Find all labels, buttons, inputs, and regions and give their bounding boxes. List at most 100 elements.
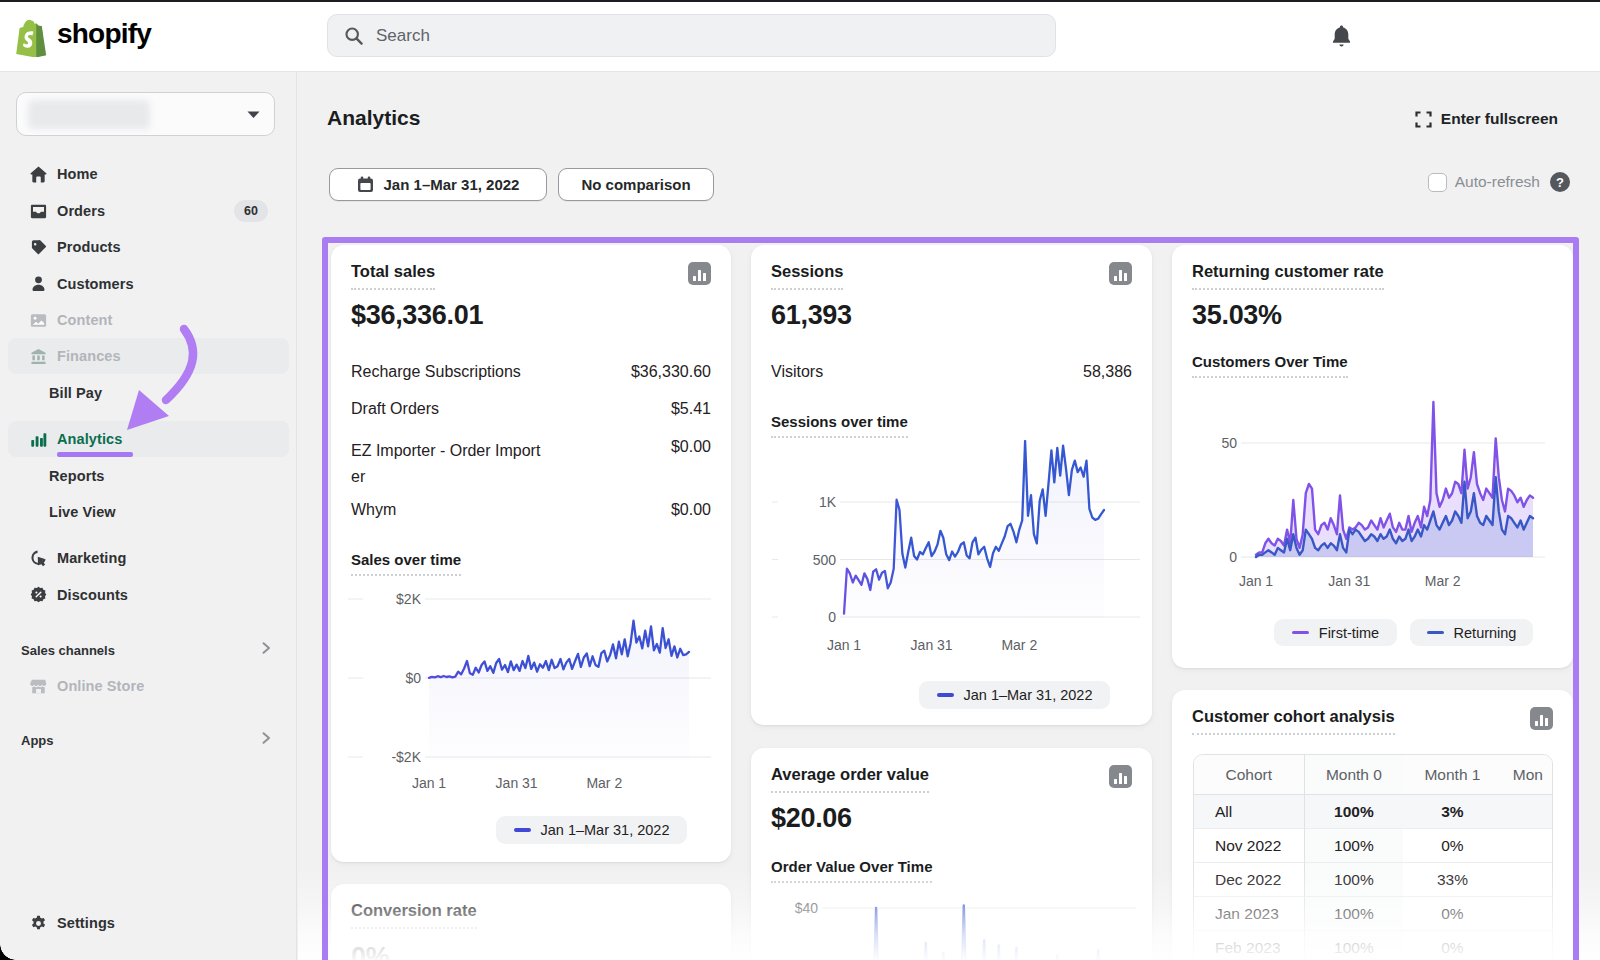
content-icon	[28, 310, 48, 330]
svg-text:Mar 2: Mar 2	[1001, 637, 1037, 653]
card-title: Conversion rate	[351, 901, 477, 929]
svg-text:500: 500	[813, 552, 837, 568]
discounts-icon	[28, 585, 48, 605]
caret-down-icon	[246, 110, 261, 120]
marketing-icon	[28, 548, 48, 568]
svg-text:Jan 31: Jan 31	[1328, 573, 1370, 589]
sidebar-item-label: Home	[57, 166, 98, 182]
store-name-redacted	[28, 100, 150, 129]
metric-row: Whym$0.00	[351, 501, 711, 519]
returning-rate-value: 35.03%	[1192, 300, 1282, 331]
bar-chart-icon[interactable]	[1109, 262, 1132, 285]
sidebar-item-home[interactable]: Home	[8, 156, 289, 192]
svg-text:Jan 1: Jan 1	[1239, 573, 1273, 589]
customer-cohort-analysis-card: Customer cohort analysis Cohort Month 0 …	[1172, 690, 1573, 960]
svg-text:Jan 1: Jan 1	[827, 637, 861, 653]
bar-chart-icon[interactable]	[688, 262, 711, 285]
legend-dash	[1292, 631, 1309, 635]
total-sales-card: Total sales $36,336.01 Recharge Subscrip…	[331, 245, 731, 862]
sidebar-item-label: Bill Pay	[49, 385, 102, 401]
sidebar-item-discounts[interactable]: Discounts	[8, 577, 289, 613]
store-selector[interactable]	[16, 92, 275, 136]
svg-text:Jan 31: Jan 31	[496, 775, 538, 791]
help-icon[interactable]: ?	[1550, 172, 1570, 192]
average-order-value-card: Average order value $20.06 Order Value O…	[751, 748, 1152, 960]
metric-row: Recharge Subscriptions$36,330.60	[351, 363, 711, 381]
svg-text:0: 0	[828, 609, 836, 625]
sidebar-item-label: Reports	[49, 468, 105, 484]
total-sales-value: $36,336.01	[351, 300, 483, 331]
apps-header[interactable]: Apps	[8, 725, 289, 755]
sidebar-item-label: Customers	[57, 276, 134, 292]
online-store-icon	[28, 676, 48, 696]
chevron-right-icon	[260, 731, 272, 749]
finances-bank-icon	[28, 346, 48, 366]
sidebar-item-label: Settings	[57, 915, 115, 931]
chart-legend: Jan 1–Mar 31, 2022	[496, 816, 687, 844]
table-row[interactable]: Nov 2022100%0%	[1194, 829, 1553, 863]
bar-chart-icon[interactable]	[1109, 765, 1132, 788]
sidebar-item-label: Discounts	[57, 587, 128, 603]
notifications-bell-icon[interactable]	[1330, 24, 1353, 53]
svg-text:50: 50	[1221, 435, 1237, 451]
conversion-rate-card: Conversion rate 0%	[331, 884, 731, 960]
card-title: Total sales	[351, 262, 435, 290]
card-title: Returning customer rate	[1192, 262, 1384, 290]
chart-subtitle: Sales over time	[351, 551, 461, 576]
cohort-table-wrap: Cohort Month 0 Month 1 Mon All100%3% Nov…	[1193, 754, 1553, 960]
sidebar-item-label: Marketing	[57, 550, 126, 566]
products-tag-icon	[28, 237, 48, 257]
sessions-card: Sessions 61,393 Visitors58,386 Sessions …	[751, 245, 1152, 725]
sales-channels-header[interactable]: Sales channels	[8, 635, 289, 665]
svg-text:$2K: $2K	[396, 591, 422, 607]
chart-legend-first-time: First-time	[1274, 619, 1397, 646]
table-row[interactable]: Jan 2023100%0%	[1194, 897, 1553, 931]
search-icon	[344, 26, 364, 46]
table-row[interactable]: Dec 2022100%33%	[1194, 863, 1553, 897]
auto-refresh-label: Auto-refresh	[1455, 173, 1540, 191]
fullscreen-icon	[1415, 111, 1432, 128]
svg-text:$0: $0	[405, 670, 421, 686]
chart-legend: Jan 1–Mar 31, 2022	[919, 681, 1110, 709]
legend-dash	[937, 693, 954, 697]
orders-count-badge: 60	[234, 200, 268, 222]
bar-chart-icon[interactable]	[1530, 707, 1553, 730]
metric-row: Visitors58,386	[771, 363, 1132, 381]
sidebar-item-label: Orders	[57, 203, 105, 219]
page-title: Analytics	[327, 106, 420, 130]
date-range-button[interactable]: Jan 1–Mar 31, 2022	[329, 168, 547, 201]
sidebar-item-customers[interactable]: Customers	[8, 266, 289, 302]
chart-legend-returning: Returning	[1410, 619, 1533, 646]
sidebar-item-label: Live View	[49, 504, 116, 520]
metric-row: EZ Importer - Order Importer$0.00	[351, 438, 711, 490]
annotation-arrow	[108, 318, 218, 513]
sidebar-item-products[interactable]: Products	[8, 229, 289, 265]
card-title: Average order value	[771, 765, 929, 793]
svg-text:Jan 31: Jan 31	[911, 637, 953, 653]
home-icon	[28, 164, 48, 184]
calendar-icon	[357, 176, 374, 193]
sidebar-item-marketing[interactable]: Marketing	[8, 540, 289, 576]
sidebar-item-label: Content	[57, 312, 112, 328]
order-value-chart: $40	[751, 880, 1152, 960]
table-row[interactable]: Feb 2023100%0%	[1194, 931, 1553, 960]
sessions-chart: 1K5000Jan 1Jan 31Mar 2	[751, 440, 1152, 670]
sidebar-item-settings[interactable]: Settings	[8, 905, 289, 941]
table-header-row: Cohort Month 0 Month 1 Mon	[1194, 755, 1553, 795]
sidebar: Home Orders 60 Products Customers Conten…	[0, 72, 297, 960]
sidebar-item-online-store[interactable]: Online Store	[8, 668, 289, 704]
window-corner	[0, 944, 16, 960]
comparison-button[interactable]: No comparison	[558, 168, 714, 201]
sidebar-item-orders[interactable]: Orders 60	[8, 193, 289, 229]
svg-text:Mar 2: Mar 2	[1425, 573, 1461, 589]
auto-refresh-checkbox[interactable]	[1428, 173, 1447, 192]
svg-text:0: 0	[1229, 549, 1237, 565]
table-row[interactable]: All100%3%	[1194, 795, 1553, 829]
enter-fullscreen-button[interactable]: Enter fullscreen	[1415, 110, 1558, 128]
aov-value: $20.06	[771, 803, 852, 834]
cohort-table: Cohort Month 0 Month 1 Mon All100%3% Nov…	[1194, 755, 1553, 960]
orders-icon	[28, 201, 48, 221]
auto-refresh-control: Auto-refresh ?	[1428, 172, 1570, 192]
settings-gear-icon	[28, 913, 48, 933]
search-input[interactable]: Search	[327, 14, 1056, 57]
